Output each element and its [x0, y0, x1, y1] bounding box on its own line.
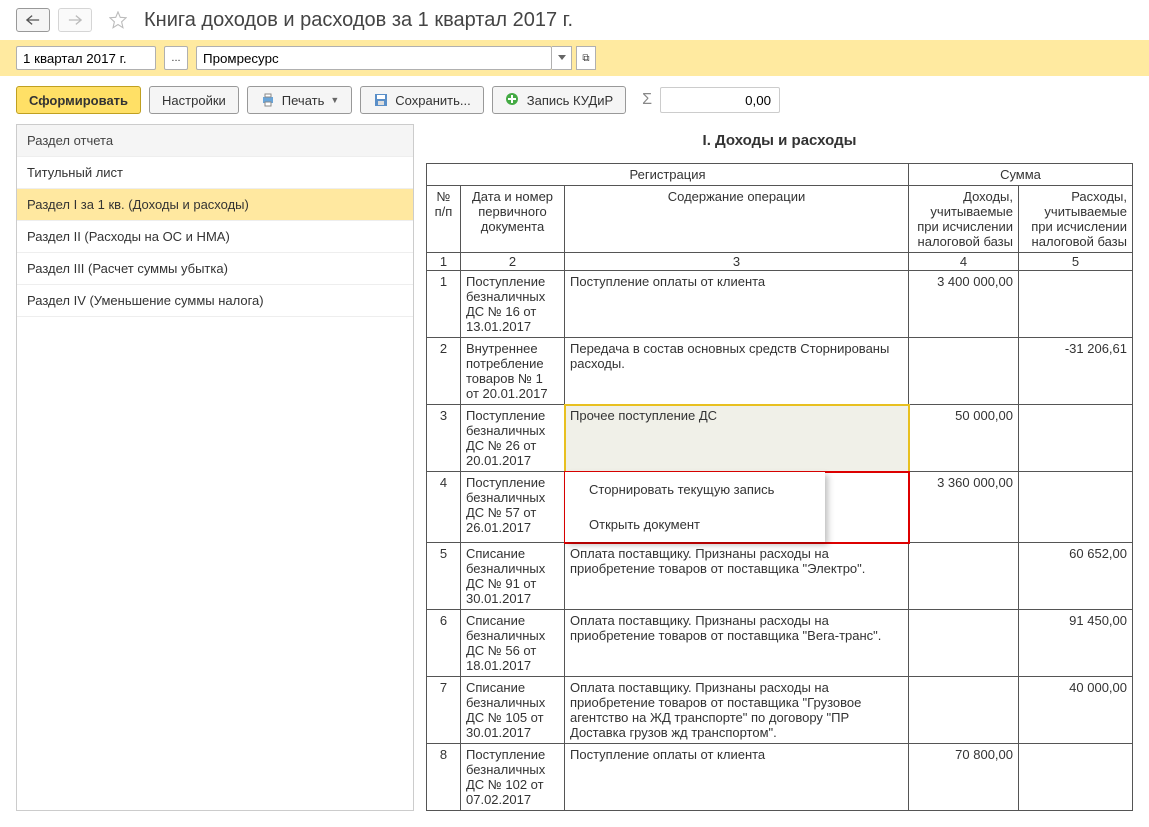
context-menu: Сторнировать текущую записьОткрыть докум…	[565, 472, 825, 542]
header-expense: Расходы, учитываемые при исчислении нало…	[1019, 186, 1133, 253]
cell-expense[interactable]	[1019, 744, 1133, 811]
cell-document[interactable]: Списание безналичных ДС № 56 от 18.01.20…	[461, 610, 565, 677]
back-button[interactable]	[16, 8, 50, 32]
sidebar-item-section1[interactable]: Раздел I за 1 кв. (Доходы и расходы)	[17, 189, 413, 221]
cell-expense[interactable]: 40 000,00	[1019, 677, 1133, 744]
cell-document[interactable]: Списание безналичных ДС № 91 от 30.01.20…	[461, 543, 565, 610]
period-picker-button[interactable]: ...	[164, 46, 188, 70]
period-input[interactable]	[16, 46, 156, 70]
cell-operation[interactable]: Сторнировать текущую записьОткрыть докум…	[565, 472, 909, 543]
organization-open-button[interactable]: ⧉	[576, 46, 596, 70]
cell-number: 6	[427, 610, 461, 677]
cell-expense[interactable]	[1019, 271, 1133, 338]
cell-income[interactable]	[909, 610, 1019, 677]
colnum: 3	[565, 253, 909, 271]
cell-number: 4	[427, 472, 461, 543]
sidebar-item-section2[interactable]: Раздел II (Расходы на ОС и НМА)	[17, 221, 413, 253]
context-storno[interactable]: Сторнировать текущую запись	[565, 472, 825, 507]
report-area: I. Доходы и расходы Регистрация Сумма № …	[426, 124, 1133, 811]
sidebar-item-title-page[interactable]: Титульный лист	[17, 157, 413, 189]
cell-number: 7	[427, 677, 461, 744]
settings-button[interactable]: Настройки	[149, 86, 239, 114]
forward-button[interactable]	[58, 8, 92, 32]
context-open-document[interactable]: Открыть документ	[565, 507, 825, 542]
floppy-icon	[373, 92, 389, 108]
colnum: 5	[1019, 253, 1133, 271]
cell-document[interactable]: Поступление безналичных ДС № 57 от 26.01…	[461, 472, 565, 543]
colnum: 2	[461, 253, 565, 271]
colnum: 1	[427, 253, 461, 271]
table-row[interactable]: 7Списание безналичных ДС № 105 от 30.01.…	[427, 677, 1133, 744]
header-number: № п/п	[427, 186, 461, 253]
page-title: Книга доходов и расходов за 1 квартал 20…	[144, 9, 573, 32]
table-row[interactable]: 2Внутреннее потребление товаров № 1 от 2…	[427, 338, 1133, 405]
cell-operation[interactable]: Оплата поставщику. Признаны расходы на п…	[565, 610, 909, 677]
table-row[interactable]: 8Поступление безналичных ДС № 102 от 07.…	[427, 744, 1133, 811]
cell-number: 2	[427, 338, 461, 405]
cell-expense[interactable]: 60 652,00	[1019, 543, 1133, 610]
sigma-icon: Σ	[642, 91, 652, 109]
cell-document[interactable]: Поступление безналичных ДС № 26 от 20.01…	[461, 405, 565, 472]
cell-document[interactable]: Поступление безналичных ДС № 102 от 07.0…	[461, 744, 565, 811]
print-button[interactable]: Печать▼	[247, 86, 353, 114]
save-button[interactable]: Сохранить...	[360, 86, 483, 114]
cell-operation[interactable]: Передача в состав основных средств Сторн…	[565, 338, 909, 405]
cell-number: 5	[427, 543, 461, 610]
settings-button-label: Настройки	[162, 93, 226, 108]
cell-income[interactable]	[909, 338, 1019, 405]
cell-expense[interactable]: 91 450,00	[1019, 610, 1133, 677]
cell-income[interactable]: 3 360 000,00	[909, 472, 1019, 543]
sidebar-item-section3[interactable]: Раздел III (Расчет суммы убытка)	[17, 253, 413, 285]
cell-operation[interactable]: Поступление оплаты от клиента	[565, 271, 909, 338]
section-sidebar: Раздел отчета Титульный лист Раздел I за…	[16, 124, 414, 811]
table-row[interactable]: 6Списание безналичных ДС № 56 от 18.01.2…	[427, 610, 1133, 677]
cell-number: 3	[427, 405, 461, 472]
save-button-label: Сохранить...	[395, 93, 470, 108]
report-table: Регистрация Сумма № п/п Дата и номер пер…	[426, 163, 1133, 811]
cell-income[interactable]: 50 000,00	[909, 405, 1019, 472]
favorite-icon[interactable]	[108, 10, 128, 30]
cell-number: 8	[427, 744, 461, 811]
cell-operation[interactable]: Поступление оплаты от клиента	[565, 744, 909, 811]
cell-expense[interactable]: -31 206,61	[1019, 338, 1133, 405]
kudir-button[interactable]: Запись КУДиР	[492, 86, 626, 114]
header-document: Дата и номер первичного документа	[461, 186, 565, 253]
sidebar-item-section4[interactable]: Раздел IV (Уменьшение суммы налога)	[17, 285, 413, 317]
table-row[interactable]: 3Поступление безналичных ДС № 26 от 20.0…	[427, 405, 1133, 472]
cell-document[interactable]: Внутреннее потребление товаров № 1 от 20…	[461, 338, 565, 405]
header-sum: Сумма	[909, 164, 1133, 186]
sidebar-header: Раздел отчета	[17, 125, 413, 157]
sum-field[interactable]	[660, 87, 780, 113]
print-button-label: Печать	[282, 93, 325, 108]
cell-number: 1	[427, 271, 461, 338]
cell-income[interactable]	[909, 677, 1019, 744]
cell-expense[interactable]	[1019, 405, 1133, 472]
section-title: I. Доходы и расходы	[426, 124, 1133, 163]
table-row[interactable]: 4Поступление безналичных ДС № 57 от 26.0…	[427, 472, 1133, 543]
cell-income[interactable]	[909, 543, 1019, 610]
header-income: Доходы, учитываемые при исчислении налог…	[909, 186, 1019, 253]
form-button[interactable]: Сформировать	[16, 86, 141, 114]
form-button-label: Сформировать	[29, 93, 128, 108]
table-row[interactable]: 1Поступление безналичных ДС № 16 от 13.0…	[427, 271, 1133, 338]
cell-document[interactable]: Поступление безналичных ДС № 16 от 13.01…	[461, 271, 565, 338]
cell-expense[interactable]	[1019, 472, 1133, 543]
header-registration: Регистрация	[427, 164, 909, 186]
cell-income[interactable]: 3 400 000,00	[909, 271, 1019, 338]
cell-document[interactable]: Списание безналичных ДС № 105 от 30.01.2…	[461, 677, 565, 744]
organization-select[interactable]	[196, 46, 552, 70]
cell-operation[interactable]: Оплата поставщику. Признаны расходы на п…	[565, 543, 909, 610]
table-row[interactable]: 5Списание безналичных ДС № 91 от 30.01.2…	[427, 543, 1133, 610]
colnum: 4	[909, 253, 1019, 271]
header-operation: Содержание операции	[565, 186, 909, 253]
cell-operation[interactable]: Прочее поступление ДС	[565, 405, 909, 472]
kudir-button-label: Запись КУДиР	[527, 93, 613, 108]
printer-icon	[260, 92, 276, 108]
organization-dropdown-button[interactable]	[552, 46, 572, 70]
plus-icon	[505, 92, 521, 108]
cell-operation[interactable]: Оплата поставщику. Признаны расходы на п…	[565, 677, 909, 744]
cell-income[interactable]: 70 800,00	[909, 744, 1019, 811]
